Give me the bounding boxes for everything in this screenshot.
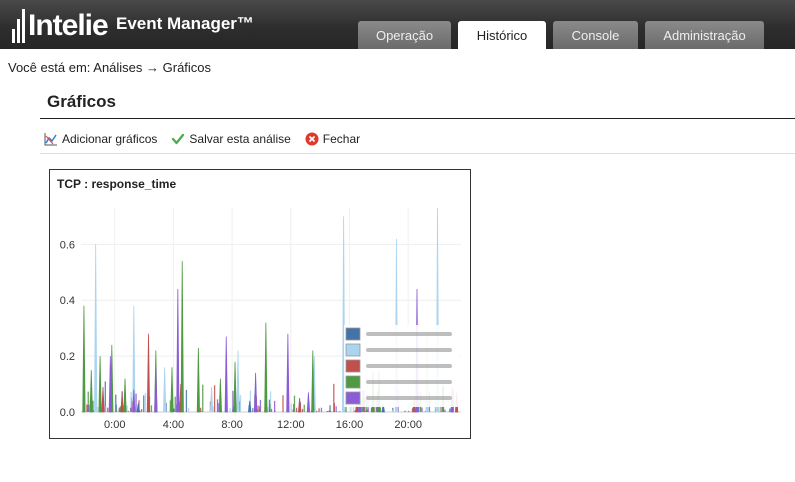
save-analysis-label: Salvar esta análise xyxy=(189,132,291,146)
x-tick-label: 20:00 xyxy=(394,419,422,431)
x-tick-label: 12:00 xyxy=(277,419,305,431)
data-spike xyxy=(311,350,315,413)
close-label: Fechar xyxy=(322,132,361,146)
x-tick-label: 8:00 xyxy=(221,419,242,431)
close-circle-icon xyxy=(305,132,319,146)
data-spike xyxy=(123,378,127,413)
data-spike xyxy=(286,333,290,413)
add-charts-label: Adicionar gráficos xyxy=(62,132,158,146)
legend-label-blurred xyxy=(366,364,452,368)
data-spike xyxy=(236,350,240,413)
data-spike xyxy=(163,367,167,413)
app-title: Event Manager™ xyxy=(116,14,254,33)
legend-label-blurred xyxy=(366,380,452,384)
data-spike xyxy=(196,347,200,413)
data-spike xyxy=(253,372,258,413)
logo[interactable]: Intelie xyxy=(12,7,109,43)
legend-swatch xyxy=(345,359,361,373)
legend-label-blurred xyxy=(366,396,452,400)
legend-swatch xyxy=(345,375,361,389)
save-analysis-button[interactable]: Salvar esta análise xyxy=(171,132,291,146)
y-tick-label: 0.2 xyxy=(60,351,75,363)
data-spike xyxy=(89,370,93,413)
title-divider xyxy=(40,118,795,119)
data-spike xyxy=(224,336,228,413)
data-spike xyxy=(297,397,302,413)
data-spike xyxy=(120,392,124,413)
chart-panel: TCP : response_time 0.0 0.2 0.4 0.6 0:00 4:00… xyxy=(49,169,471,439)
main-tabs: Operação Histórico Console Administração xyxy=(358,21,764,49)
y-tick-label: 0.4 xyxy=(60,295,75,307)
logo-bars-icon xyxy=(12,9,25,43)
tab-historico[interactable]: Histórico xyxy=(458,21,546,49)
y-tick-label: 0.0 xyxy=(60,407,75,419)
toolbar: Adicionar gráficos Salvar esta análise F… xyxy=(44,132,360,146)
data-spike xyxy=(209,386,214,413)
data-spike xyxy=(180,261,184,413)
add-charts-button[interactable]: Adicionar gráficos xyxy=(44,132,157,146)
top-bar: Intelie Event Manager™ Operação Históric… xyxy=(0,0,795,49)
tab-administracao[interactable]: Administração xyxy=(645,21,764,49)
data-spike xyxy=(176,289,180,413)
checkmark-icon xyxy=(172,133,185,145)
tab-console[interactable]: Console xyxy=(553,21,638,49)
tab-operacao[interactable]: Operação xyxy=(358,21,451,49)
x-tick-label: 16:00 xyxy=(336,419,364,431)
data-spike xyxy=(101,386,105,413)
data-spike xyxy=(170,367,174,413)
x-tick-label: 0:00 xyxy=(104,419,125,431)
chart-svg: 0.0 0.2 0.4 0.6 0:00 4:00 8:00 12:00 16:00 20:00 xyxy=(60,207,461,431)
page-title: Gráficos xyxy=(47,92,116,111)
data-spike xyxy=(94,244,98,413)
legend-swatch xyxy=(345,327,361,341)
logo-text: Intelie xyxy=(28,9,109,42)
legend-swatch xyxy=(345,343,361,357)
data-spike xyxy=(218,378,222,413)
data-spike xyxy=(306,392,311,413)
data-spike xyxy=(233,361,237,413)
legend-swatch xyxy=(345,391,361,405)
x-tick-label: 4:00 xyxy=(163,419,184,431)
y-tick-label: 0.6 xyxy=(60,239,75,251)
data-spike xyxy=(264,322,268,413)
data-spike xyxy=(82,305,86,413)
breadcrumb: Você está em: Análises → Gráficos xyxy=(8,60,212,75)
toolbar-divider xyxy=(40,153,795,154)
data-spike xyxy=(98,356,102,413)
legend-label-blurred xyxy=(366,332,452,336)
data-spike xyxy=(146,333,151,413)
close-button[interactable]: Fechar xyxy=(305,132,360,146)
legend-label-blurred xyxy=(366,348,452,352)
chart-add-icon xyxy=(44,133,57,146)
